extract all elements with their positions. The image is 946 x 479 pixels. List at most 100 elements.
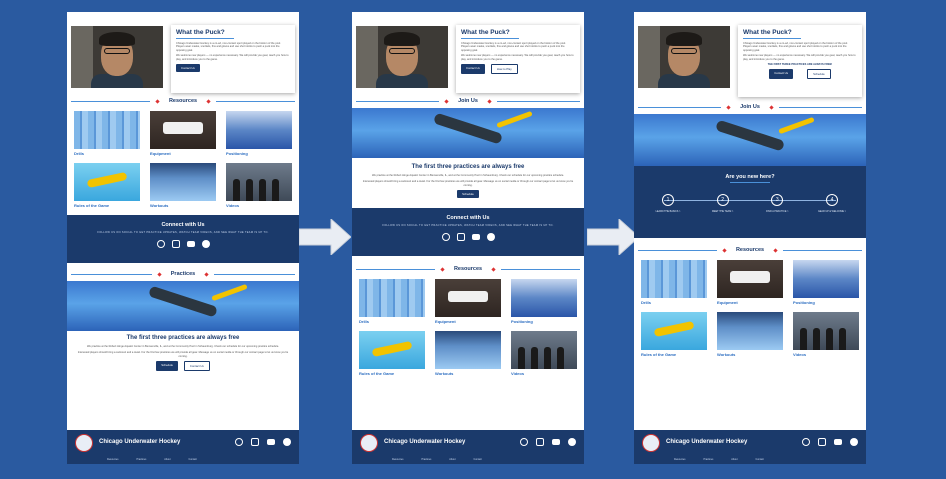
footer-link[interactable]: Practices — [421, 458, 431, 461]
section-divider: Resources — [634, 243, 866, 257]
free-text-2: Interested players should bring a swimsu… — [77, 351, 289, 358]
schedule-button[interactable]: Schedule — [156, 361, 178, 372]
new-here-title: Are you new here? — [725, 174, 775, 180]
schedule-button[interactable]: Schedule — [807, 69, 831, 80]
facebook-icon[interactable] — [156, 240, 165, 248]
resource-tile-rules[interactable]: Rules of the Game — [359, 331, 425, 377]
hero-title: What the Puck? — [743, 29, 792, 36]
contact-button[interactable]: Contact Us — [176, 64, 200, 73]
discord-icon[interactable] — [201, 240, 210, 248]
resource-tile-positioning[interactable]: Positioning — [226, 111, 292, 157]
underwater-photo — [67, 281, 299, 331]
footer-brand: Chicago Underwater Hockey — [99, 439, 181, 445]
resources-grid: Drills Equipment Positioning Rules of th… — [352, 276, 584, 380]
step-gear-up[interactable]: 4 GEAR UP & WELCOME > — [810, 194, 854, 213]
footer-link[interactable]: About — [731, 458, 737, 461]
how-to-play-button[interactable]: How to Play — [490, 64, 518, 75]
page-version-2: What the Puck? Chicago Underwater Hockey… — [352, 12, 584, 464]
footer-link[interactable]: Practices — [703, 458, 713, 461]
new-here-section: Are you new here? 1 LEARN THE BASICS > 2M… — [634, 166, 866, 238]
resource-tile-workouts[interactable]: Workouts — [717, 312, 783, 358]
footer-link[interactable]: Resources — [392, 458, 403, 461]
join-heading: Join Us — [458, 98, 478, 104]
page-version-3: What the Puck? Chicago Underwater Hockey… — [634, 12, 866, 464]
site-footer: Chicago Underwater Hockey Resources Pract… — [634, 430, 866, 464]
youtube-icon[interactable] — [834, 439, 842, 445]
instagram-icon[interactable] — [251, 438, 259, 446]
resource-tile-rules[interactable]: Rules of the Game — [641, 312, 707, 358]
free-title: The first three practices are always fre… — [126, 335, 240, 341]
youtube-icon[interactable] — [186, 241, 195, 247]
hero-section: What the Puck? Chicago Underwater Hockey… — [634, 12, 866, 98]
section-divider: Resources — [352, 262, 584, 276]
facebook-icon[interactable] — [441, 233, 450, 242]
schedule-button[interactable]: Schedule — [457, 190, 479, 199]
discord-icon[interactable] — [283, 438, 291, 446]
team-logo[interactable] — [360, 434, 378, 452]
resource-tile-drills[interactable]: Drills — [641, 260, 707, 306]
resource-tile-equipment[interactable]: Equipment — [717, 260, 783, 306]
step-learn-basics[interactable]: 1 LEARN THE BASICS > — [646, 194, 690, 213]
resource-tile-equipment[interactable]: Equipment — [150, 111, 216, 157]
hero-text: Chicago Underwater Hockey is a co-ed, no… — [176, 42, 281, 52]
resource-tile-positioning[interactable]: Positioning — [511, 279, 577, 325]
footer-link[interactable]: Contact — [756, 458, 764, 461]
team-logo[interactable] — [75, 434, 93, 452]
intro-card: What the Puck? Chicago Underwater Hockey… — [171, 25, 295, 93]
resource-tile-drills[interactable]: Drills — [74, 111, 140, 157]
contact-button[interactable]: Contact Us — [769, 69, 794, 80]
instagram-icon[interactable] — [536, 438, 544, 446]
footer-brand: Chicago Underwater Hockey — [384, 439, 466, 445]
resource-tile-equipment[interactable]: Equipment — [435, 279, 501, 325]
youtube-icon[interactable] — [552, 439, 560, 445]
facebook-icon[interactable] — [802, 438, 810, 446]
discord-icon[interactable] — [850, 438, 858, 446]
footer-link[interactable]: About — [449, 458, 455, 461]
resource-tile-drills[interactable]: Drills — [359, 279, 425, 325]
footer-link[interactable]: Resources — [107, 458, 118, 461]
resource-tile-videos[interactable]: Videos — [226, 163, 292, 209]
contact-us-button[interactable]: Contact Us — [183, 361, 210, 372]
resource-tile-videos[interactable]: Videos — [793, 312, 859, 358]
footer-link[interactable]: Practices — [136, 458, 146, 461]
step-meet-team[interactable]: 2 MEET THE TEAM > — [701, 194, 745, 213]
youtube-icon[interactable] — [471, 234, 480, 241]
resource-tile-videos[interactable]: Videos — [511, 331, 577, 377]
facebook-icon[interactable] — [235, 438, 243, 446]
free-note: THE FIRST THREE PRACTICES ARE ALWAYS FRE… — [767, 63, 833, 67]
facebook-icon[interactable] — [520, 438, 528, 446]
practices-heading: Practices — [170, 271, 196, 277]
instagram-icon[interactable] — [456, 233, 465, 242]
hero-section: What the Puck? Chicago Underwater Hockey… — [352, 12, 584, 93]
free-text: We practice at the Robert Hinge Aquatic … — [372, 174, 564, 177]
section-divider: Resources — [67, 94, 299, 108]
intro-video[interactable] — [638, 26, 730, 88]
instagram-icon[interactable] — [171, 240, 180, 248]
footer-link[interactable]: About — [164, 458, 170, 461]
resource-tile-workouts[interactable]: Workouts — [435, 331, 501, 377]
team-logo[interactable] — [642, 434, 660, 452]
resources-heading: Resources — [453, 266, 483, 273]
hero-text: Chicago Underwater Hockey is a co-ed, no… — [743, 42, 848, 52]
join-heading: Join Us — [740, 104, 760, 110]
discord-icon[interactable] — [486, 233, 495, 242]
intro-video[interactable] — [356, 26, 448, 88]
discord-icon[interactable] — [568, 438, 576, 446]
site-footer: Chicago Underwater Hockey Resources Pract… — [352, 430, 584, 464]
step-find-practice[interactable]: 3 FIND A PRACTICE > — [755, 194, 799, 213]
resource-tile-workouts[interactable]: Workouts — [150, 163, 216, 209]
intro-video[interactable] — [71, 26, 163, 88]
footer-link[interactable]: Resources — [674, 458, 685, 461]
contact-button[interactable]: Contact Us — [461, 64, 485, 75]
free-text: We practice at the Robert Hinge Aquatic … — [87, 345, 279, 348]
hero-section: What the Puck? Chicago Underwater Hockey… — [67, 12, 299, 93]
instagram-icon[interactable] — [818, 438, 826, 446]
resource-tile-rules[interactable]: Rules of the Game — [74, 163, 140, 209]
resource-tile-positioning[interactable]: Positioning — [793, 260, 859, 306]
footer-link[interactable]: Contact — [474, 458, 482, 461]
hero-text-2: We welcome new players — no experience n… — [461, 54, 574, 61]
youtube-icon[interactable] — [267, 439, 275, 445]
section-divider: Join Us — [634, 100, 866, 114]
hero-text-2: We welcome new players — no experience n… — [176, 54, 289, 61]
footer-link[interactable]: Contact — [189, 458, 197, 461]
